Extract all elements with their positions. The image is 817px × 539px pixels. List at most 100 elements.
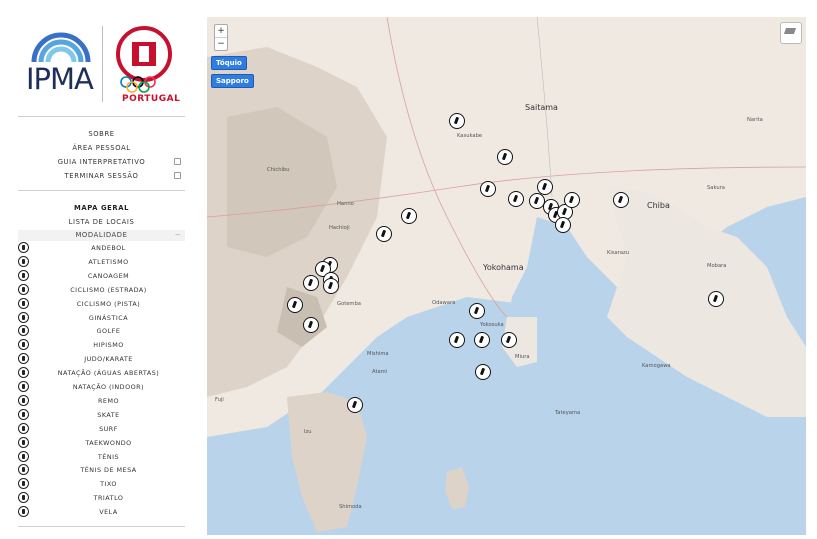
map-label: Miura [515, 354, 530, 360]
map-label: Izu [304, 429, 312, 435]
menu-guia-interpretativo[interactable]: GUIA INTERPRETATIVO [18, 157, 185, 167]
map-terrain [207, 17, 806, 535]
sport-filter-item[interactable]: REMO [18, 394, 185, 408]
sport-filter-item[interactable]: CICLISMO (PISTA) [18, 297, 185, 311]
separator [18, 190, 185, 191]
sport-filter-label: TAEKWONDO [85, 438, 132, 447]
track-cycling-icon [18, 297, 29, 309]
map-label: Hanno [337, 201, 354, 207]
venue-marker-icon[interactable] [480, 181, 496, 197]
sport-filter-label: CANOAGEM [87, 271, 130, 280]
collapse-icon[interactable]: − [175, 230, 181, 241]
ipma-wordmark: IPMA [26, 62, 94, 96]
venue-marker-icon[interactable] [555, 217, 571, 233]
venue-marker-icon[interactable] [564, 192, 580, 208]
venue-marker-icon[interactable] [497, 149, 513, 165]
map-label: Fuji [215, 397, 224, 403]
sport-filter-label: VELA [99, 508, 118, 517]
sport-filter-label: JUDO/KARATE [84, 355, 133, 364]
logo-area: IPMA PORTUGAL [18, 20, 188, 110]
menu-area-pessoal[interactable]: ÁREA PESSOAL [18, 143, 185, 153]
venue-marker-icon[interactable] [708, 291, 724, 307]
venue-marker-icon[interactable] [347, 397, 363, 413]
sport-filter-item[interactable]: TAEKWONDO [18, 436, 185, 450]
nav-mapa-geral[interactable]: MAPA GERAL [18, 203, 185, 213]
portugal-olympic-logo-icon [116, 26, 172, 93]
venue-marker-icon[interactable] [401, 208, 417, 224]
sport-filter-item[interactable]: HIPISMO [18, 338, 185, 352]
menu-label: GUIA INTERPRETATIVO [57, 158, 146, 166]
sport-filter-label: NATAÇÃO (INDOOR) [72, 383, 145, 391]
sport-filter-item[interactable]: GINÁSTICA [18, 311, 185, 325]
sport-filter-item[interactable]: NATAÇÃO (INDOOR) [18, 380, 185, 394]
map-label: Tateyama [555, 410, 581, 416]
map-label: Yokohama [483, 263, 524, 272]
venue-marker-icon[interactable] [475, 364, 491, 380]
map-label: Chichibu [267, 167, 290, 173]
venue-marker-icon[interactable] [613, 192, 629, 208]
map-label: Odawara [432, 300, 456, 306]
map-label: Mobara [707, 263, 727, 269]
map-label: Mishima [367, 351, 389, 357]
sport-filter-label: TÉNIS DE MESA [80, 466, 137, 475]
sport-filter-item[interactable]: VELA [18, 505, 185, 519]
sport-filter-item[interactable]: CICLISMO (ESTRADA) [18, 283, 185, 297]
venue-marker-icon[interactable] [376, 226, 392, 242]
tennis-icon [18, 450, 29, 462]
map-label: Chiba [647, 201, 670, 210]
venue-marker-icon[interactable] [469, 303, 485, 319]
menu-sobre[interactable]: SOBRE [18, 129, 185, 139]
sport-filter-item[interactable]: SKATE [18, 408, 185, 422]
venue-marker-icon[interactable] [323, 278, 339, 294]
venue-marker-icon[interactable] [449, 113, 465, 129]
map-label: Atami [372, 369, 388, 375]
venue-marker-icon[interactable] [501, 332, 517, 348]
handball-icon [18, 242, 29, 253]
sport-filter-header[interactable]: MODALIDADE − [18, 230, 185, 241]
sport-filter-item[interactable]: TÉNIS DE MESA [18, 463, 185, 477]
sport-filter-item[interactable]: ATLETISMO [18, 255, 185, 269]
city-button-sapporo[interactable]: Sapporo [211, 74, 254, 88]
venue-marker-icon[interactable] [303, 317, 319, 333]
sport-filter-item[interactable]: GOLFE [18, 324, 185, 338]
gymnastics-icon [18, 311, 29, 323]
sport-filter-label: GINÁSTICA [88, 313, 129, 322]
sport-filter-item[interactable]: JUDO/KARATE [18, 352, 185, 366]
sport-filter-item[interactable]: TIXO [18, 477, 185, 491]
map-label: Kamogawa [642, 363, 671, 369]
taekwondo-icon [18, 436, 29, 448]
separator [18, 116, 185, 117]
sport-filter-label: ANDEBOL [91, 244, 126, 252]
zoom-out-button[interactable]: − [215, 37, 227, 50]
sport-filter-item[interactable]: SURF [18, 422, 185, 436]
lock-icon [174, 172, 181, 179]
venue-marker-icon[interactable] [537, 179, 553, 195]
sport-filter-label: TÉNIS [97, 452, 120, 461]
map-label: Kasukabe [457, 133, 483, 139]
map[interactable]: + − Tóquio Sapporo Saitama Yokohama Chib… [207, 17, 806, 535]
sport-filter-label: ATLETISMO [88, 257, 129, 266]
venue-marker-icon[interactable] [303, 275, 319, 291]
sport-filter-label: CICLISMO (PISTA) [76, 299, 141, 308]
separator [18, 526, 185, 527]
sport-filter-item[interactable]: ANDEBOL [18, 241, 185, 255]
lock-icon [174, 158, 181, 165]
sport-filter-label: MODALIDADE [75, 231, 128, 239]
venue-marker-icon[interactable] [474, 332, 490, 348]
logo-divider [102, 26, 103, 102]
zoom-in-button[interactable]: + [215, 25, 227, 37]
map-label: Narita [747, 117, 763, 123]
venue-marker-icon[interactable] [287, 297, 303, 313]
sport-filter-item[interactable]: NATAÇÃO (ÁGUAS ABERTAS) [18, 366, 185, 380]
menu-terminar-sessao[interactable]: TERMINAR SESSÃO [18, 171, 185, 181]
sport-filter-label: SURF [99, 424, 118, 433]
surf-icon [18, 422, 29, 434]
nav-lista-de-locais[interactable]: LISTA DE LOCAIS [18, 217, 185, 227]
venue-marker-icon[interactable] [449, 332, 465, 348]
sport-filter-item[interactable]: CANOAGEM [18, 269, 185, 283]
city-button-tokyo[interactable]: Tóquio [211, 56, 247, 70]
venue-marker-icon[interactable] [508, 191, 524, 207]
layers-icon[interactable] [780, 22, 802, 44]
sport-filter-item[interactable]: TÉNIS [18, 450, 185, 464]
sport-filter-item[interactable]: TRIATLO [18, 491, 185, 505]
